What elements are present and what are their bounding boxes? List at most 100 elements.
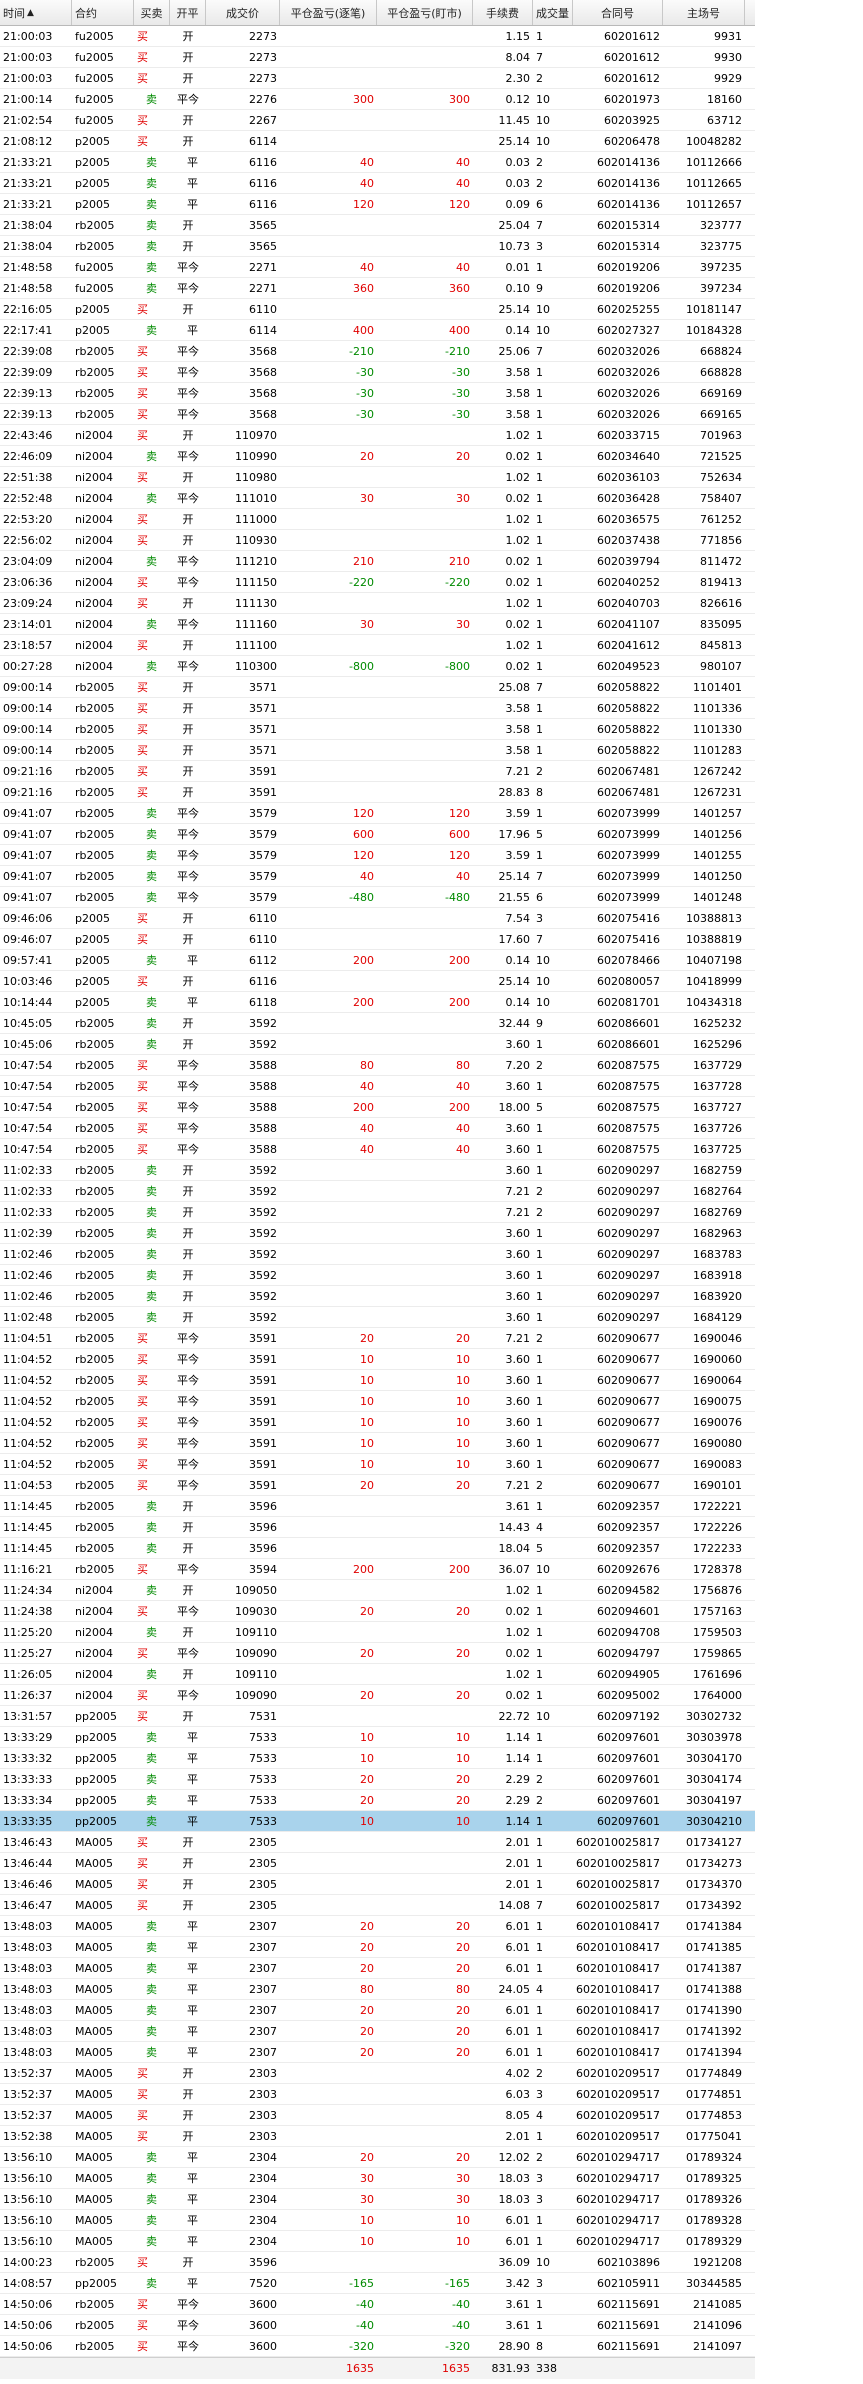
table-row[interactable]: 10:47:54 rb2005 买 平今 3588 40 40 3.60 1 602087575 1…: [0, 1139, 755, 1160]
table-row[interactable]: 11:16:21 rb2005 买 平今 3594 200 200 36.07 10 602092…: [0, 1559, 755, 1580]
table-row[interactable]: 22:52:48 ni2004 卖 平今 111010 30 30 0.02 1 60203642…: [0, 488, 755, 509]
table-row[interactable]: 11:14:45 rb2005 卖 开 3596 3.61 1 602092357 172222…: [0, 1496, 755, 1517]
table-row[interactable]: 11:04:51 rb2005 买 平今 3591 20 20 7.21 2 602090677 1…: [0, 1328, 755, 1349]
table-row[interactable]: 23:06:36 ni2004 买 平今 111150 -220 -220 0.02 1 6020…: [0, 572, 755, 593]
table-row[interactable]: 09:00:14 rb2005 买 开 3571 25.08 7 602058822 11014…: [0, 677, 755, 698]
table-row[interactable]: 13:48:03 MA005 卖 平 2307 20 20 6.01 1 602010108417…: [0, 1937, 755, 1958]
table-row[interactable]: 11:25:20 ni2004 卖 开 109110 1.02 1 602094708 1759…: [0, 1622, 755, 1643]
table-row[interactable]: 09:41:07 rb2005 卖 平今 3579 40 40 25.14 7 602073999…: [0, 866, 755, 887]
table-row[interactable]: 09:41:07 rb2005 卖 平今 3579 120 120 3.59 1 60207399…: [0, 845, 755, 866]
table-row[interactable]: 11:25:27 ni2004 买 平今 109090 20 20 0.02 1 60209479…: [0, 1643, 755, 1664]
table-row[interactable]: 10:47:54 rb2005 买 平今 3588 80 80 7.20 2 602087575 1…: [0, 1055, 755, 1076]
table-row[interactable]: 09:00:14 rb2005 买 开 3571 3.58 1 602058822 110133…: [0, 698, 755, 719]
table-row[interactable]: 11:02:33 rb2005 卖 开 3592 7.21 2 602090297 168276…: [0, 1202, 755, 1223]
table-row[interactable]: 11:26:05 ni2004 卖 开 109110 1.02 1 602094905 1761…: [0, 1664, 755, 1685]
table-row[interactable]: 11:14:45 rb2005 卖 开 3596 14.43 4 602092357 17222…: [0, 1517, 755, 1538]
table-row[interactable]: 23:14:01 ni2004 卖 平今 111160 30 30 0.02 1 60204110…: [0, 614, 755, 635]
col-price[interactable]: 成交价: [206, 0, 280, 25]
table-row[interactable]: 13:48:03 MA005 卖 平 2307 80 80 24.05 4 60201010841…: [0, 1979, 755, 2000]
table-row[interactable]: 23:09:24 ni2004 买 开 111130 1.02 1 602040703 8266…: [0, 593, 755, 614]
table-row[interactable]: 10:47:54 rb2005 买 平今 3588 200 200 18.00 5 6020875…: [0, 1097, 755, 1118]
table-row[interactable]: 13:52:38 MA005 买 开 2303 2.01 1 602010209517 0177…: [0, 2126, 755, 2147]
table-row[interactable]: 13:52:37 MA005 买 开 2303 8.05 4 602010209517 0177…: [0, 2105, 755, 2126]
col-time[interactable]: 时间 ▲: [0, 0, 72, 25]
table-row[interactable]: 21:33:21 p2005 卖 平 6116 120 120 0.09 6 602014136 1…: [0, 194, 755, 215]
table-row[interactable]: 14:00:23 rb2005 买 开 3596 36.09 10 602103896 1921…: [0, 2252, 755, 2273]
col-pnl-mark[interactable]: 平仓盈亏(盯市): [377, 0, 473, 25]
table-row[interactable]: 23:04:09 ni2004 卖 平今 111210 210 210 0.02 1 602039…: [0, 551, 755, 572]
table-row[interactable]: 11:02:48 rb2005 卖 开 3592 3.60 1 602090297 168412…: [0, 1307, 755, 1328]
table-row[interactable]: 22:51:38 ni2004 买 开 110980 1.02 1 602036103 7526…: [0, 467, 755, 488]
table-row[interactable]: 22:39:08 rb2005 买 平今 3568 -210 -210 25.06 7 60203…: [0, 341, 755, 362]
table-row[interactable]: 09:00:14 rb2005 买 开 3571 3.58 1 602058822 110128…: [0, 740, 755, 761]
table-row[interactable]: 13:48:03 MA005 卖 平 2307 20 20 6.01 1 602010108417…: [0, 1958, 755, 1979]
table-row[interactable]: 23:18:57 ni2004 买 开 111100 1.02 1 602041612 8458…: [0, 635, 755, 656]
table-row[interactable]: 13:46:44 MA005 买 开 2305 2.01 1 602010025817 0173…: [0, 1853, 755, 1874]
table-row[interactable]: 13:48:03 MA005 卖 平 2307 20 20 6.01 1 602010108417…: [0, 2000, 755, 2021]
col-qty[interactable]: 成交量: [533, 0, 573, 25]
table-row[interactable]: 13:56:10 MA005 卖 平 2304 10 10 6.01 1 602010294717…: [0, 2210, 755, 2231]
table-row[interactable]: 21:38:04 rb2005 卖 开 3565 25.04 7 602015314 32377…: [0, 215, 755, 236]
table-row[interactable]: 22:43:46 ni2004 买 开 110970 1.02 1 602033715 7019…: [0, 425, 755, 446]
table-row[interactable]: 22:39:13 rb2005 买 平今 3568 -30 -30 3.58 1 60203202…: [0, 383, 755, 404]
table-row[interactable]: 21:00:03 fu2005 买 开 2273 1.15 1 60201612 9931: [0, 26, 755, 47]
table-row[interactable]: 22:39:13 rb2005 买 平今 3568 -30 -30 3.58 1 60203202…: [0, 404, 755, 425]
col-side[interactable]: 买卖: [134, 0, 170, 25]
table-row[interactable]: 10:47:54 rb2005 买 平今 3588 40 40 3.60 1 602087575 1…: [0, 1076, 755, 1097]
table-row[interactable]: 21:33:21 p2005 卖 平 6116 40 40 0.03 2 602014136 101…: [0, 152, 755, 173]
table-row[interactable]: 13:56:10 MA005 卖 平 2304 20 20 12.02 2 60201029471…: [0, 2147, 755, 2168]
table-row[interactable]: 14:50:06 rb2005 买 平今 3600 -40 -40 3.61 1 60211569…: [0, 2315, 755, 2336]
table-row[interactable]: 11:02:39 rb2005 卖 开 3592 3.60 1 602090297 168296…: [0, 1223, 755, 1244]
table-row[interactable]: 11:14:45 rb2005 卖 开 3596 18.04 5 602092357 17222…: [0, 1538, 755, 1559]
table-row[interactable]: 11:26:37 ni2004 买 平今 109090 20 20 0.02 1 60209500…: [0, 1685, 755, 1706]
table-row[interactable]: 13:46:47 MA005 买 开 2305 14.08 7 602010025817 017…: [0, 1895, 755, 1916]
table-row[interactable]: 13:33:35 pp2005 卖 平 7533 10 10 1.14 1 602097601 30…: [0, 1811, 755, 1832]
table-row[interactable]: 09:21:16 rb2005 买 开 3591 28.83 8 602067481 12672…: [0, 782, 755, 803]
col-seq[interactable]: 主场号: [663, 0, 745, 25]
col-open-close[interactable]: 开平: [170, 0, 206, 25]
table-row[interactable]: 10:47:54 rb2005 买 平今 3588 40 40 3.60 1 602087575 1…: [0, 1118, 755, 1139]
table-row[interactable]: 13:33:33 pp2005 卖 平 7533 20 20 2.29 2 602097601 30…: [0, 1769, 755, 1790]
table-row[interactable]: 11:02:46 rb2005 卖 开 3592 3.60 1 602090297 168392…: [0, 1286, 755, 1307]
table-row[interactable]: 09:46:07 p2005 买 开 6110 17.60 7 602075416 103888…: [0, 929, 755, 950]
table-row[interactable]: 09:41:07 rb2005 卖 平今 3579 -480 -480 21.55 6 60207…: [0, 887, 755, 908]
table-row[interactable]: 21:00:14 fu2005 卖 平今 2276 300 300 0.12 10 6020197…: [0, 89, 755, 110]
table-row[interactable]: 22:56:02 ni2004 买 开 110930 1.02 1 602037438 7718…: [0, 530, 755, 551]
table-row[interactable]: 22:39:09 rb2005 买 平今 3568 -30 -30 3.58 1 60203202…: [0, 362, 755, 383]
table-row[interactable]: 13:56:10 MA005 卖 平 2304 30 30 18.03 3 60201029471…: [0, 2189, 755, 2210]
table-row[interactable]: 14:50:06 rb2005 买 平今 3600 -320 -320 28.90 8 60211…: [0, 2336, 755, 2357]
table-row[interactable]: 22:17:41 p2005 卖 平 6114 400 400 0.14 10 602027327…: [0, 320, 755, 341]
table-row[interactable]: 11:04:52 rb2005 买 平今 3591 10 10 3.60 1 602090677 1…: [0, 1349, 755, 1370]
table-row[interactable]: 11:02:46 rb2005 卖 开 3592 3.60 1 602090297 168378…: [0, 1244, 755, 1265]
table-row[interactable]: 13:56:10 MA005 卖 平 2304 10 10 6.01 1 602010294717…: [0, 2231, 755, 2252]
table-row[interactable]: 11:02:33 rb2005 卖 开 3592 3.60 1 602090297 168275…: [0, 1160, 755, 1181]
table-row[interactable]: 00:27:28 ni2004 卖 平今 110300 -800 -800 0.02 1 6020…: [0, 656, 755, 677]
table-row[interactable]: 13:33:34 pp2005 卖 平 7533 20 20 2.29 2 602097601 30…: [0, 1790, 755, 1811]
table-row[interactable]: 21:08:12 p2005 买 开 6114 25.14 10 60206478 100482…: [0, 131, 755, 152]
table-row[interactable]: 10:45:06 rb2005 卖 开 3592 3.60 1 602086601 162529…: [0, 1034, 755, 1055]
table-row[interactable]: 13:48:03 MA005 卖 平 2307 20 20 6.01 1 602010108417…: [0, 1916, 755, 1937]
table-row[interactable]: 21:48:58 fu2005 卖 平今 2271 360 360 0.10 9 60201920…: [0, 278, 755, 299]
col-contract[interactable]: 合约: [72, 0, 134, 25]
table-row[interactable]: 11:02:46 rb2005 卖 开 3592 3.60 1 602090297 168391…: [0, 1265, 755, 1286]
table-row[interactable]: 10:03:46 p2005 买 开 6116 25.14 10 602080057 10418…: [0, 971, 755, 992]
col-order[interactable]: 合同号: [573, 0, 663, 25]
table-row[interactable]: 21:02:54 fu2005 买 开 2267 11.45 10 60203925 63712: [0, 110, 755, 131]
table-row[interactable]: 11:02:33 rb2005 卖 开 3592 7.21 2 602090297 168276…: [0, 1181, 755, 1202]
table-row[interactable]: 11:24:38 ni2004 买 平今 109030 20 20 0.02 1 60209460…: [0, 1601, 755, 1622]
table-row[interactable]: 11:04:53 rb2005 买 平今 3591 20 20 7.21 2 602090677 1…: [0, 1475, 755, 1496]
table-row[interactable]: 13:48:03 MA005 卖 平 2307 20 20 6.01 1 602010108417…: [0, 2042, 755, 2063]
table-row[interactable]: 11:04:52 rb2005 买 平今 3591 10 10 3.60 1 602090677 1…: [0, 1391, 755, 1412]
table-row[interactable]: 13:48:03 MA005 卖 平 2307 20 20 6.01 1 602010108417…: [0, 2021, 755, 2042]
table-row[interactable]: 11:04:52 rb2005 买 平今 3591 10 10 3.60 1 602090677 1…: [0, 1370, 755, 1391]
table-row[interactable]: 10:45:05 rb2005 卖 开 3592 32.44 9 602086601 16252…: [0, 1013, 755, 1034]
table-row[interactable]: 22:16:05 p2005 买 开 6110 25.14 10 602025255 10181…: [0, 299, 755, 320]
table-row[interactable]: 10:14:44 p2005 卖 平 6118 200 200 0.14 10 602081701…: [0, 992, 755, 1013]
table-row[interactable]: 21:00:03 fu2005 买 开 2273 2.30 2 60201612 9929: [0, 68, 755, 89]
table-row[interactable]: 11:04:52 rb2005 买 平今 3591 10 10 3.60 1 602090677 1…: [0, 1454, 755, 1475]
table-row[interactable]: 13:33:29 pp2005 卖 平 7533 10 10 1.14 1 602097601 30…: [0, 1727, 755, 1748]
table-row[interactable]: 22:46:09 ni2004 卖 平今 110990 20 20 0.02 1 60203464…: [0, 446, 755, 467]
table-row[interactable]: 21:48:58 fu2005 卖 平今 2271 40 40 0.01 1 602019206 3…: [0, 257, 755, 278]
table-row[interactable]: 13:56:10 MA005 卖 平 2304 30 30 18.03 3 60201029471…: [0, 2168, 755, 2189]
table-row[interactable]: 11:04:52 rb2005 买 平今 3591 10 10 3.60 1 602090677 1…: [0, 1412, 755, 1433]
